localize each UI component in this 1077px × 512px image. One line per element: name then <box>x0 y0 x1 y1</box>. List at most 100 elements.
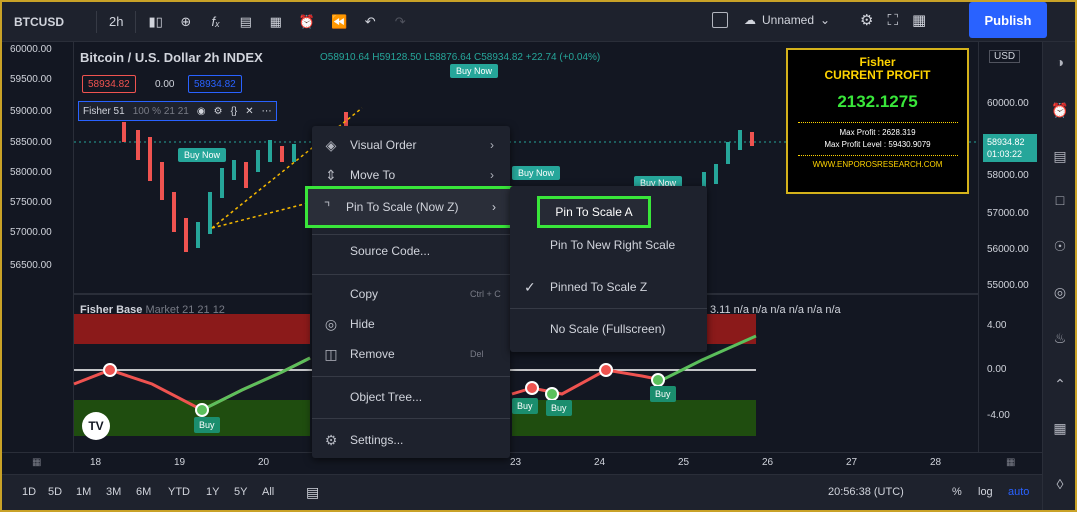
sub-indicator-values: 3.11 n/a n/a n/a n/a n/a n/a <box>710 304 841 316</box>
add-indicator-icon[interactable]: ⊕ <box>171 2 201 42</box>
buy-label: Buy <box>546 400 572 416</box>
timezone-clock[interactable]: 20:56:38 (UTC) <box>828 486 904 498</box>
source-code-icon[interactable]: {} <box>231 106 238 117</box>
menu-item-copy[interactable]: Copy Ctrl + C <box>312 279 510 309</box>
gear-icon[interactable]: ⚙ <box>860 11 873 29</box>
alert-icon[interactable]: ⏰ <box>291 2 323 42</box>
range-all[interactable]: All <box>262 486 274 498</box>
range-5d[interactable]: 5D <box>48 486 62 498</box>
range-1m[interactable]: 1M <box>76 486 91 498</box>
more-icon[interactable]: ⋯ <box>262 106 272 117</box>
indicator-legend[interactable]: Fisher 51 100 % 21 21 ◉ ⚙ {} ✕ ⋯ <box>78 101 277 121</box>
auto-toggle[interactable]: auto <box>1008 486 1029 498</box>
close-icon[interactable]: ✕ <box>245 106 253 117</box>
streams-icon[interactable]: ◎ <box>1051 284 1069 302</box>
submenu-item-no-scale[interactable]: No Scale (Fullscreen) <box>510 314 707 344</box>
sub-indicator-legend[interactable]: Fisher Base Market 21 21 12 <box>80 304 225 316</box>
calendar-icon[interactable]: ▦ <box>1051 420 1069 438</box>
time-label: 24 <box>594 457 606 468</box>
menu-item-label: Copy <box>350 287 379 301</box>
indicators-fx-icon[interactable]: fₓ <box>201 2 231 42</box>
undo-icon[interactable]: ↶ <box>355 2 385 42</box>
goto-date-icon[interactable]: ▤ <box>306 484 319 501</box>
buy-label: Buy <box>650 386 676 402</box>
menu-divider <box>312 418 510 419</box>
menu-item-remove[interactable]: ◫ Remove Del <box>312 339 510 369</box>
buy-label: Buy <box>512 398 538 414</box>
symbol-search[interactable]: BTCUSD <box>2 15 92 29</box>
menu-item-visual-order[interactable]: ◈ Visual Order › <box>312 130 510 160</box>
right-axis-label: 0.00 <box>987 364 1007 375</box>
range-6m[interactable]: 6M <box>136 486 151 498</box>
settings-icon[interactable]: ⚙ <box>214 106 223 117</box>
layout-selector[interactable]: ☁ Unnamed ⌄ <box>744 0 830 40</box>
bar-countdown: 01:03:22 <box>987 149 1023 159</box>
data-window-icon[interactable]: ▤ <box>1051 148 1069 166</box>
range-5y[interactable]: 5Y <box>234 486 247 498</box>
redo-icon[interactable]: ↷ <box>385 2 415 42</box>
menu-item-label: Source Code... <box>350 244 431 258</box>
tradingview-logo[interactable]: TV <box>82 412 110 440</box>
max-profit: Max Profit : 2628.319 <box>839 128 916 137</box>
menu-divider <box>312 376 510 377</box>
chat-icon[interactable]: □ <box>1051 192 1069 210</box>
right-axis-label: 58000.00 <box>987 170 1029 181</box>
right-axis-label: 57000.00 <box>987 208 1029 219</box>
layers-icon[interactable]: ◊ <box>1051 476 1069 494</box>
range-1y[interactable]: 1Y <box>206 486 219 498</box>
fullscreen-icon[interactable]: ⛶ <box>887 12 898 29</box>
camera-icon[interactable]: ▦ <box>912 11 926 29</box>
shortcut-label: Ctrl + C <box>470 289 501 299</box>
scale-settings-icon[interactable]: ▦ <box>32 457 41 468</box>
compare-icon[interactable]: ▦ <box>261 2 291 42</box>
range-1d[interactable]: 1D <box>22 486 36 498</box>
time-label: 25 <box>678 457 690 468</box>
shortcut-label: Del <box>470 349 484 359</box>
layout-checkbox-icon[interactable] <box>712 12 728 28</box>
profit-value: 2132.1275 <box>837 92 918 111</box>
sell-price-box[interactable]: 58934.82 <box>82 75 136 93</box>
time-label: 26 <box>762 457 774 468</box>
indicator-params: 100 % 21 21 <box>132 105 189 117</box>
sell-signal-dot <box>599 363 613 377</box>
templates-icon[interactable]: ▤ <box>231 2 261 42</box>
menu-item-object-tree[interactable]: Object Tree... <box>312 382 510 412</box>
right-price-scale[interactable]: USD 60000.00 58934.82 01:03:22 58000.00 … <box>978 42 1042 452</box>
candles-icon[interactable]: ▮▯ <box>140 2 170 42</box>
submenu-item-pinned-z[interactable]: ✓ Pinned To Scale Z <box>510 272 707 302</box>
submenu-item-pin-scale-a[interactable]: Pin To Scale A <box>537 196 651 228</box>
notifications-icon[interactable]: ♨ <box>1051 330 1069 348</box>
menu-item-source-code[interactable]: Source Code... <box>312 236 510 266</box>
scale-settings-icon[interactable]: ▦ <box>1006 457 1015 468</box>
range-3m[interactable]: 3M <box>106 486 121 498</box>
menu-item-pin-to-scale[interactable]: ⌝ Pin To Scale (Now Z) › <box>305 186 517 228</box>
sell-signal-dot <box>525 381 539 395</box>
publish-button[interactable]: Publish <box>969 2 1047 38</box>
buy-price-box[interactable]: 58934.82 <box>188 75 242 93</box>
profit-panel: Fisher CURRENT PROFIT 2132.1275 Max Prof… <box>786 48 969 194</box>
hotlist-icon[interactable]: ⌃ <box>1051 376 1069 394</box>
replay-icon[interactable]: ⏪ <box>323 2 355 42</box>
time-scale[interactable]: ▦ 18 19 20 23 24 25 26 27 28 ▦ <box>2 452 1042 474</box>
menu-item-label: Remove <box>350 347 395 361</box>
menu-item-label: Move To <box>350 168 396 182</box>
bottom-toolbar: 1D 5D 1M 3M 6M YTD 1Y 5Y All ▤ 20:56:38 … <box>2 474 1042 510</box>
percent-toggle[interactable]: % <box>952 486 962 498</box>
menu-divider <box>312 274 510 275</box>
alerts-icon[interactable]: ⏰ <box>1051 102 1069 120</box>
menu-item-hide[interactable]: ◎ Hide <box>312 309 510 339</box>
buy-signal-dot <box>195 403 209 417</box>
log-toggle[interactable]: log <box>978 486 993 498</box>
eye-icon[interactable]: ◉ <box>197 106 206 117</box>
menu-item-settings[interactable]: ⚙ Settings... <box>312 425 510 455</box>
buy-signal-dot <box>651 373 665 387</box>
right-axis-label: 60000.00 <box>987 98 1029 109</box>
range-ytd[interactable]: YTD <box>168 486 190 498</box>
currency-selector[interactable]: USD <box>989 50 1021 63</box>
symbol-legend[interactable]: Bitcoin / U.S. Dollar 2h INDEX <box>80 50 263 65</box>
submenu-item-new-right-scale[interactable]: Pin To New Right Scale <box>510 230 707 260</box>
watchlist-icon[interactable]: ◑ <box>1051 54 1069 72</box>
interval-button[interactable]: 2h <box>101 2 131 42</box>
max-profit-level: Max Profit Level : 59430.9079 <box>824 140 931 149</box>
ideas-icon[interactable]: ☉ <box>1051 238 1069 256</box>
